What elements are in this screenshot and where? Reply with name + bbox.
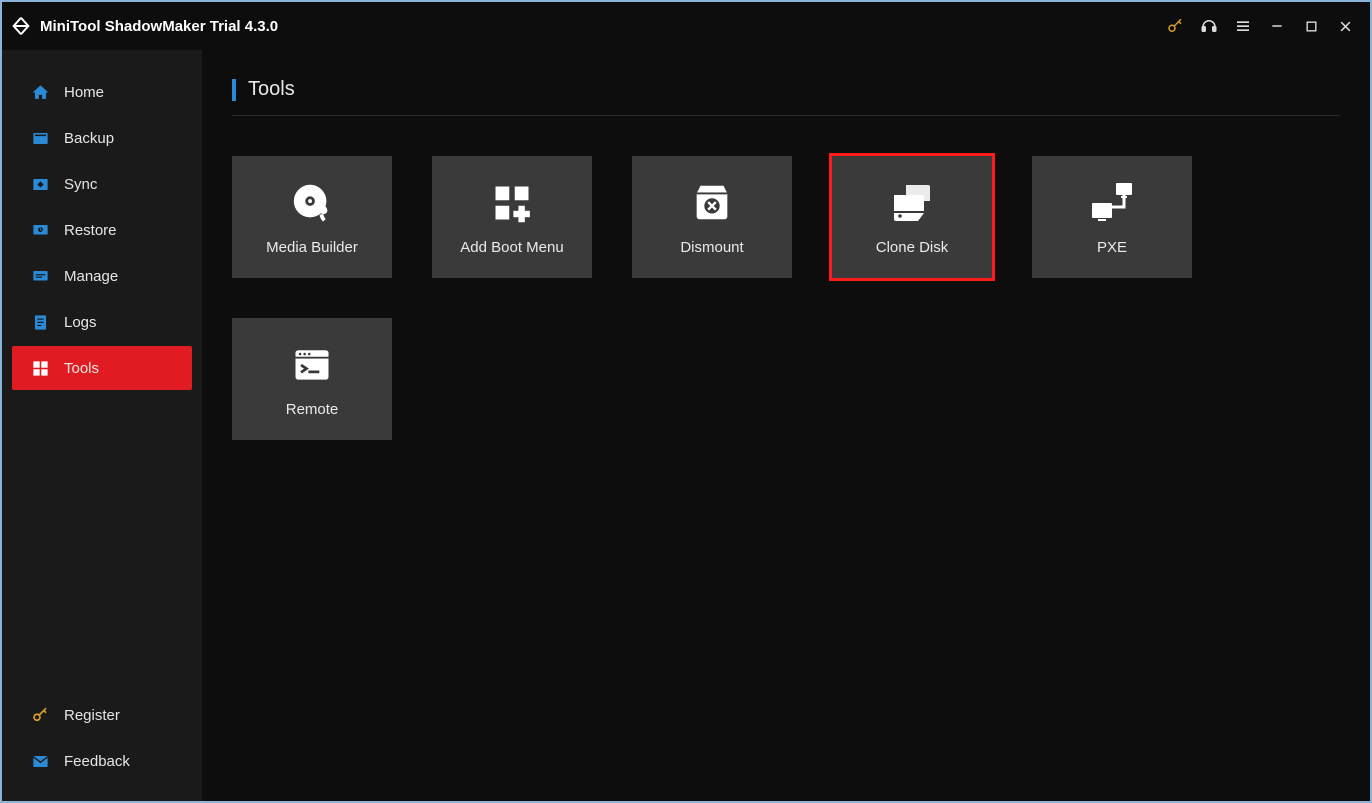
sidebar-item-tools[interactable]: Tools <box>12 346 192 390</box>
sidebar-item-label: Home <box>64 84 104 101</box>
sidebar-item-label: Restore <box>64 222 117 239</box>
menu-icon[interactable] <box>1226 9 1260 43</box>
sidebar-item-label: Feedback <box>64 753 130 770</box>
page-title: Tools <box>248 78 295 101</box>
sidebar-item-label: Tools <box>64 360 99 377</box>
main-content: Tools Media Builder Add Boot Menu <box>202 50 1370 801</box>
disc-icon <box>288 179 336 227</box>
grid-plus-icon <box>488 179 536 227</box>
sidebar-item-register[interactable]: Register <box>12 693 192 737</box>
tile-media-builder[interactable]: Media Builder <box>232 156 392 278</box>
sidebar-item-feedback[interactable]: Feedback <box>12 739 192 783</box>
sidebar-item-restore[interactable]: Restore <box>12 208 192 252</box>
sync-icon <box>30 174 50 194</box>
backup-icon <box>30 128 50 148</box>
key-icon[interactable] <box>1158 9 1192 43</box>
sidebar-item-label: Logs <box>64 314 97 331</box>
app-body: Home Backup Sync Restore <box>2 50 1370 801</box>
tile-label: Dismount <box>680 239 743 256</box>
home-icon <box>30 82 50 102</box>
tile-pxe[interactable]: PXE <box>1032 156 1192 278</box>
page-header: Tools <box>232 78 1340 116</box>
manage-icon <box>30 266 50 286</box>
box-x-icon <box>688 179 736 227</box>
tile-label: PXE <box>1097 239 1127 256</box>
tile-label: Add Boot Menu <box>460 239 563 256</box>
network-icon <box>1088 179 1136 227</box>
key-icon <box>30 705 50 725</box>
minimize-button[interactable] <box>1260 9 1294 43</box>
titlebar: MiniTool ShadowMaker Trial 4.3.0 <box>2 2 1370 50</box>
tile-label: Clone Disk <box>876 239 949 256</box>
sidebar-item-backup[interactable]: Backup <box>12 116 192 160</box>
tools-icon <box>30 358 50 378</box>
app-logo-icon <box>10 15 32 37</box>
logs-icon <box>30 312 50 332</box>
app-title: MiniTool ShadowMaker Trial 4.3.0 <box>40 18 278 35</box>
app-window: MiniTool ShadowMaker Trial 4.3.0 Hom <box>2 2 1370 801</box>
tiles-grid: Media Builder Add Boot Menu Dismount <box>232 156 1340 440</box>
header-accent-bar <box>232 79 236 101</box>
terminal-icon <box>288 341 336 389</box>
tile-label: Remote <box>286 401 339 418</box>
tile-dismount[interactable]: Dismount <box>632 156 792 278</box>
tile-clone-disk[interactable]: Clone Disk <box>832 156 992 278</box>
sidebar-item-logs[interactable]: Logs <box>12 300 192 344</box>
sidebar: Home Backup Sync Restore <box>2 50 202 801</box>
clone-disk-icon <box>888 179 936 227</box>
restore-icon <box>30 220 50 240</box>
sidebar-item-sync[interactable]: Sync <box>12 162 192 206</box>
tile-remote[interactable]: Remote <box>232 318 392 440</box>
headset-icon[interactable] <box>1192 9 1226 43</box>
mail-icon <box>30 751 50 771</box>
tile-label: Media Builder <box>266 239 358 256</box>
tile-add-boot-menu[interactable]: Add Boot Menu <box>432 156 592 278</box>
maximize-button[interactable] <box>1294 9 1328 43</box>
sidebar-item-label: Sync <box>64 176 97 193</box>
sidebar-item-label: Register <box>64 707 120 724</box>
sidebar-item-home[interactable]: Home <box>12 70 192 114</box>
close-button[interactable] <box>1328 9 1362 43</box>
sidebar-item-label: Manage <box>64 268 118 285</box>
sidebar-item-manage[interactable]: Manage <box>12 254 192 298</box>
sidebar-item-label: Backup <box>64 130 114 147</box>
